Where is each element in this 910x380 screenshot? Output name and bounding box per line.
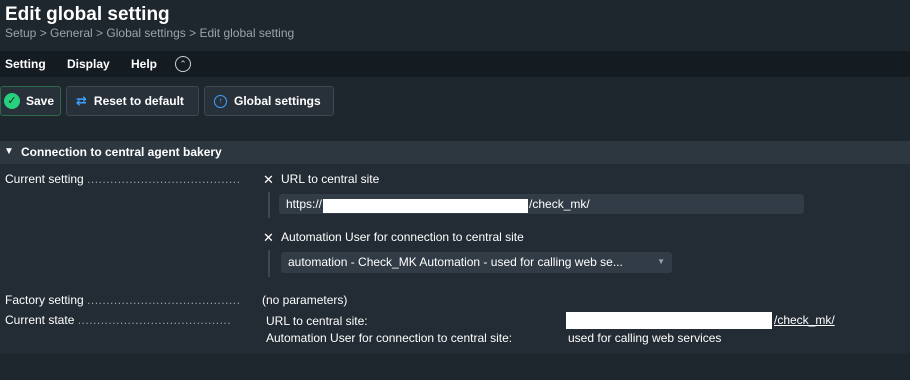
state-url-link[interactable]: /check_mk/ — [774, 313, 835, 327]
menu-bar: Setting Display Help ⌃ — [0, 51, 910, 77]
dot-leader: ........................................ — [87, 172, 241, 186]
automation-user-select-value: automation - Check_MK Automation - used … — [288, 255, 623, 269]
factory-setting-value: (no parameters) — [262, 293, 348, 307]
url-prefix: https:// — [286, 197, 323, 211]
save-button[interactable]: ✓ Save — [0, 86, 61, 116]
reset-button-label: Reset to default — [93, 94, 184, 108]
toolbar: ✓ Save ⇄ Reset to default ↑ Global setti… — [0, 77, 910, 125]
title-bar: Edit global setting Setup > General > Gl… — [0, 0, 910, 50]
reset-to-default-button[interactable]: ⇄ Reset to default — [66, 86, 199, 116]
chevron-down-icon: ▼ — [657, 257, 665, 266]
url-suffix: /check_mk/ — [529, 197, 590, 211]
automation-user-field-label: Automation User for connection to centra… — [281, 230, 524, 244]
reset-arrows-icon: ⇄ — [76, 93, 87, 108]
checkbox-x-icon[interactable]: ✕ — [263, 230, 274, 246]
global-settings-button[interactable]: ↑ Global settings — [204, 86, 334, 116]
checkmark-icon: ✓ — [4, 93, 20, 109]
menu-help[interactable]: Help — [131, 57, 157, 71]
triangle-down-icon[interactable]: ▼ — [4, 146, 14, 157]
global-settings-button-label: Global settings — [234, 94, 321, 108]
save-button-label: Save — [26, 94, 55, 108]
menu-display[interactable]: Display — [67, 57, 110, 71]
indent-bar — [268, 250, 270, 277]
menu-setting[interactable]: Setting — [5, 57, 46, 71]
arrow-up-circle-icon: ↑ — [214, 94, 227, 108]
state-user-label: Automation User for connection to centra… — [266, 331, 513, 345]
checkbox-x-icon[interactable]: ✕ — [263, 172, 274, 188]
url-input[interactable]: https:// /check_mk/ — [279, 194, 804, 214]
breadcrumb[interactable]: Setup > General > Global settings > Edit… — [5, 26, 294, 40]
url-field-label: URL to central site — [281, 172, 380, 186]
page-footer-area — [0, 354, 910, 380]
dot-leader: ........................................ — [77, 313, 232, 327]
factory-setting-label: Factory setting ........................… — [5, 293, 241, 307]
current-state-label: Current state ..........................… — [5, 313, 232, 327]
page-title: Edit global setting — [5, 4, 170, 25]
dot-leader: ........................................ — [87, 293, 241, 307]
redacted-block — [566, 312, 772, 329]
state-user-value: used for calling web services — [568, 331, 722, 345]
chevron-up-circle-icon[interactable]: ⌃ — [175, 56, 191, 72]
section-header[interactable]: ▼ Connection to central agent bakery — [0, 141, 910, 164]
section-title: Connection to central agent bakery — [21, 145, 222, 159]
automation-user-select[interactable]: automation - Check_MK Automation - used … — [281, 252, 672, 273]
current-setting-label: Current setting ........................… — [5, 172, 241, 186]
state-url-label: URL to central site: — [266, 314, 368, 328]
indent-bar — [268, 192, 270, 218]
redacted-block — [323, 198, 529, 213]
